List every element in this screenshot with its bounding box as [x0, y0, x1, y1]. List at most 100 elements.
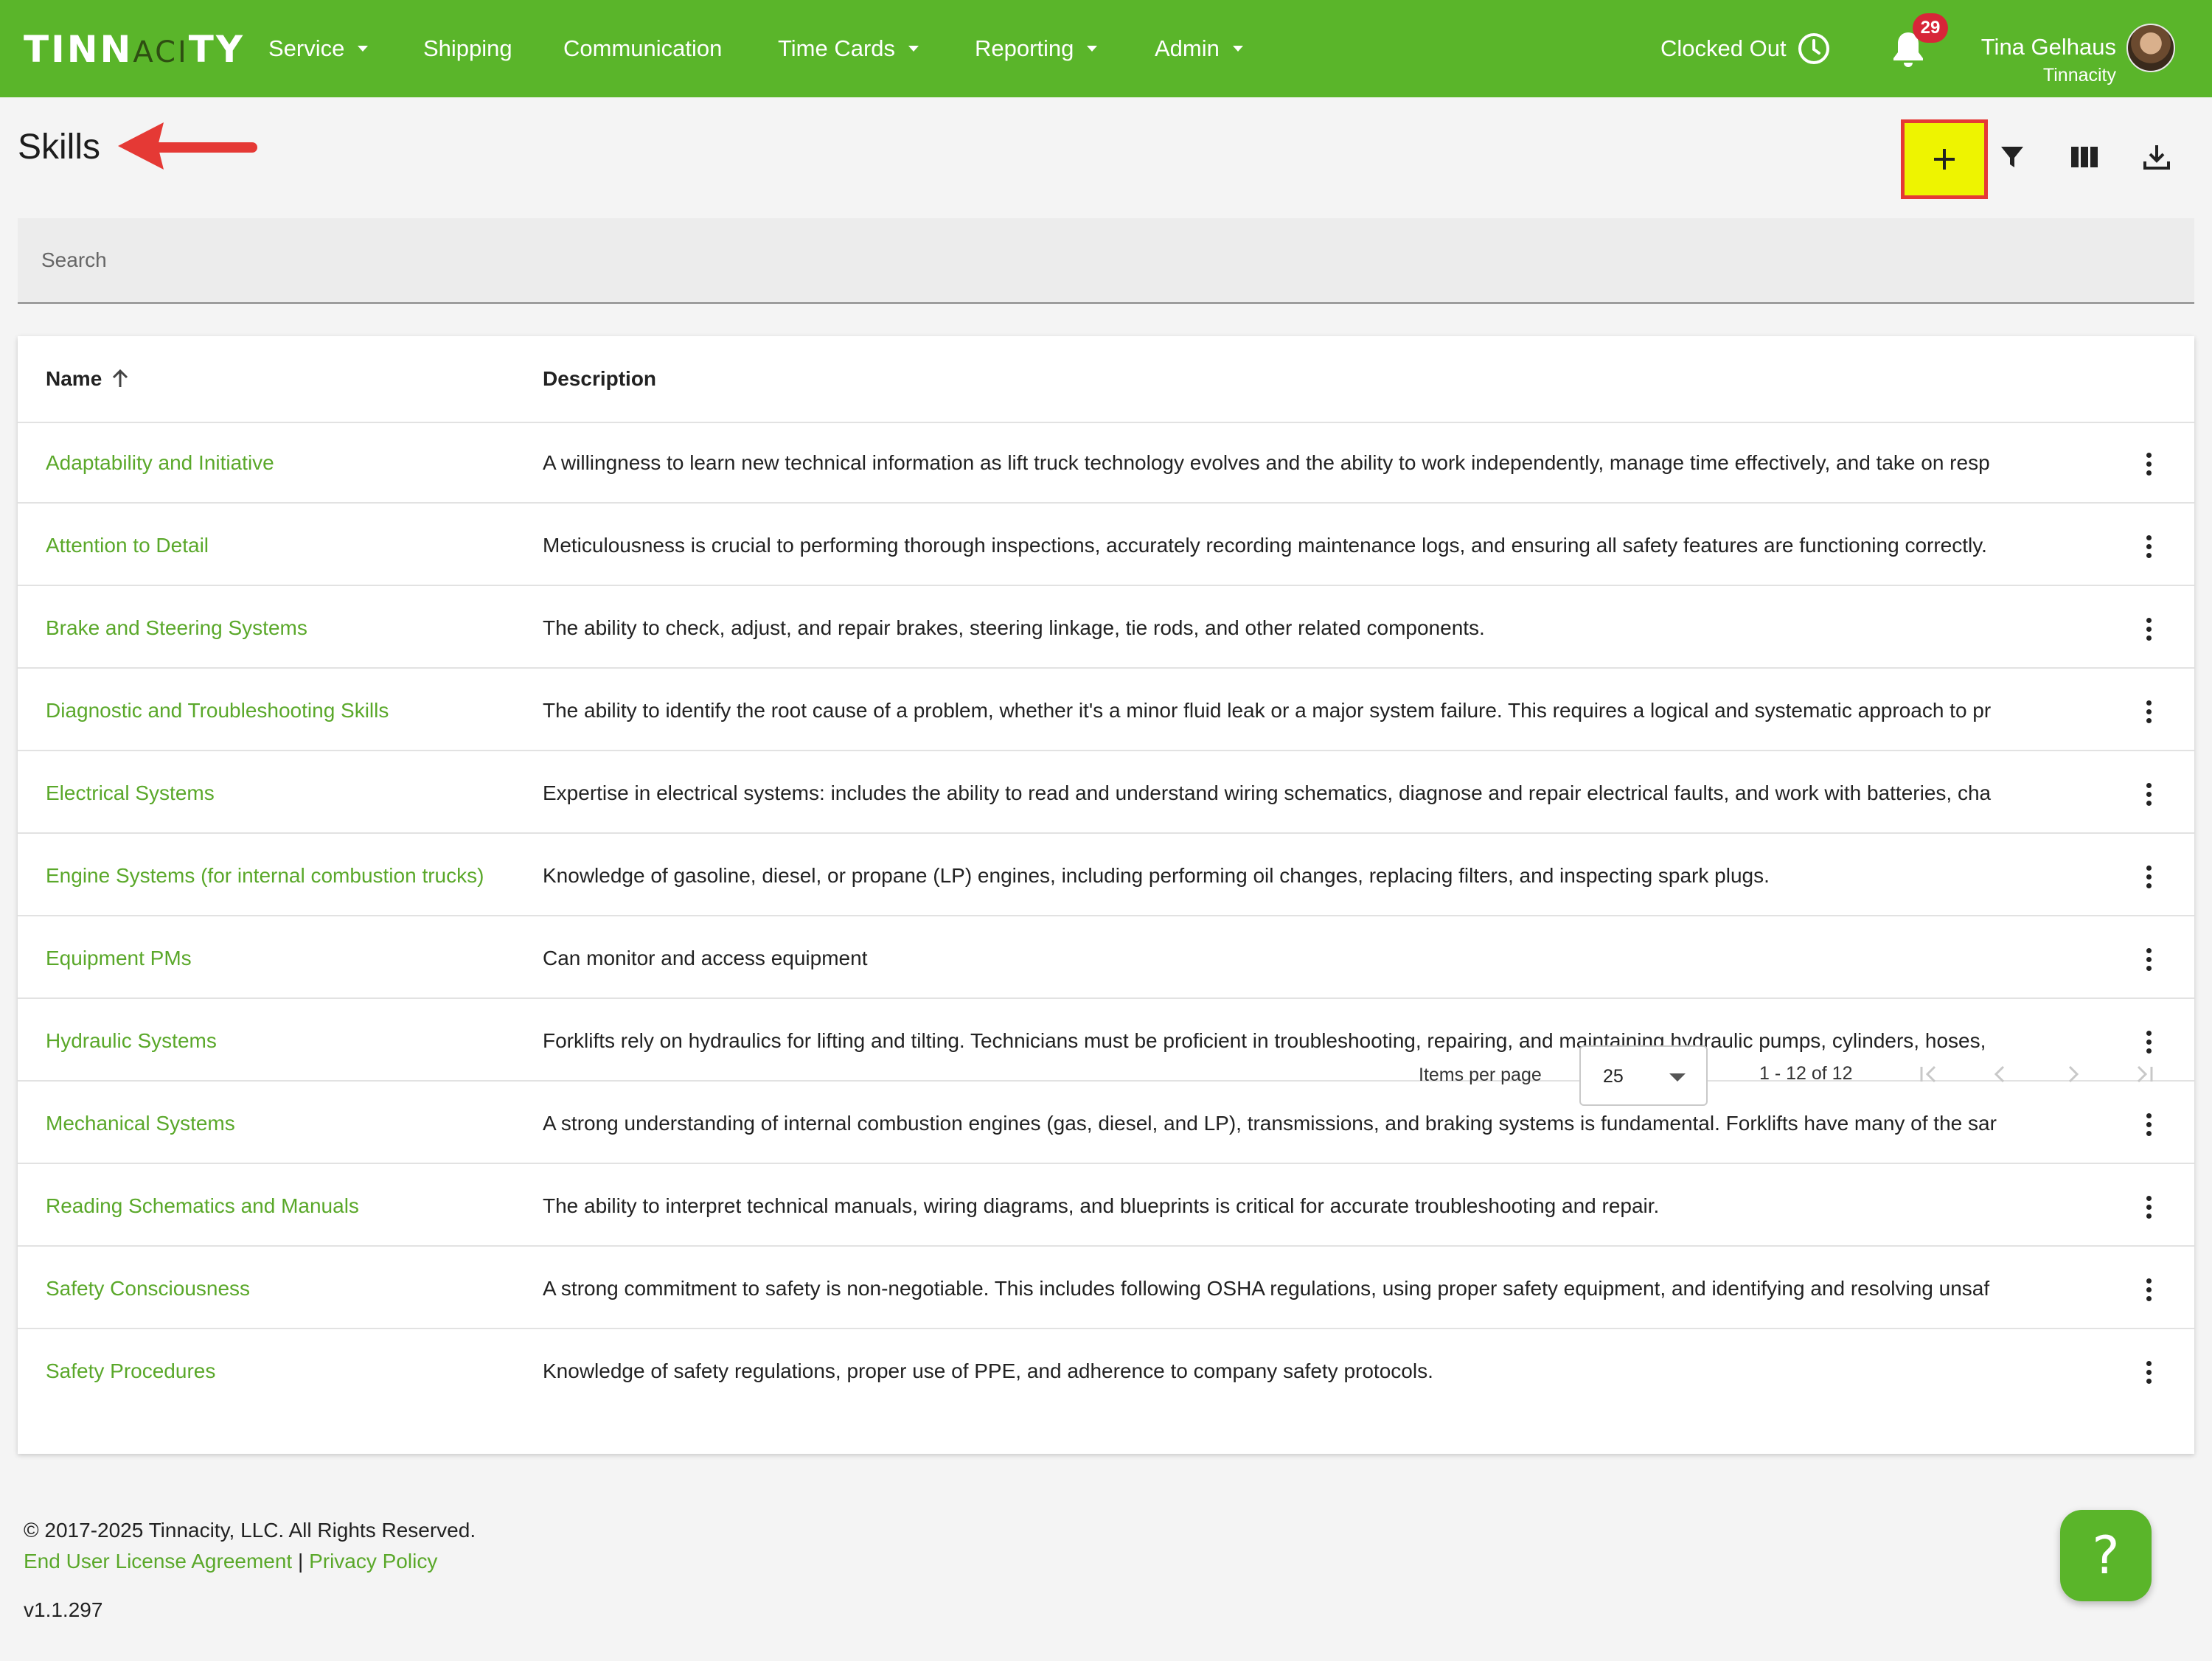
more-vert-icon[interactable] — [2134, 1355, 2163, 1389]
add-skill-button[interactable] — [1901, 119, 1988, 199]
more-vert-icon[interactable] — [2134, 694, 2163, 728]
more-vert-icon[interactable] — [2134, 1272, 2163, 1306]
skill-name-link[interactable]: Equipment PMs — [46, 947, 192, 970]
avatar[interactable] — [2126, 24, 2175, 72]
skill-name-link[interactable]: Attention to Detail — [46, 534, 209, 557]
column-header-name-label: Name — [46, 367, 102, 390]
table-row: Brake and Steering Systems The ability to… — [18, 590, 2194, 669]
columns-button[interactable] — [2059, 131, 2110, 183]
nav-communication[interactable]: Communication — [563, 32, 722, 65]
nav-admin[interactable]: Admin — [1155, 32, 1243, 65]
skill-name-link[interactable]: Hydraulic Systems — [46, 1029, 217, 1053]
items-per-page-select[interactable]: 25 — [1579, 1045, 1708, 1106]
more-vert-icon[interactable] — [2134, 612, 2163, 646]
first-page-button[interactable] — [1910, 1056, 1947, 1093]
clock-icon — [1798, 33, 1829, 64]
nav-time-cards[interactable]: Time Cards — [778, 32, 919, 65]
privacy-policy-link[interactable]: Privacy Policy — [309, 1550, 437, 1573]
skill-name-link[interactable]: Brake and Steering Systems — [46, 616, 307, 640]
skill-description: A strong commitment to safety is non-neg… — [543, 1277, 1990, 1300]
previous-page-button[interactable] — [1982, 1056, 2019, 1093]
copyright-text: © 2017-2025 Tinnacity, LLC. All Rights R… — [24, 1519, 476, 1542]
table-row: Diagnostic and Troubleshooting Skills The… — [18, 672, 2194, 751]
filter-icon — [2001, 147, 2023, 167]
chevron-down-icon — [908, 46, 919, 52]
nav-shipping[interactable]: Shipping — [423, 32, 512, 65]
search-input[interactable] — [41, 218, 2165, 302]
help-icon: ? — [2092, 1525, 2120, 1586]
skill-description: A willingness to learn new technical inf… — [543, 451, 1990, 474]
skill-description: Can monitor and access equipment — [543, 947, 868, 969]
nav-admin-label: Admin — [1155, 35, 1220, 61]
user-name[interactable]: Tina Gelhaus — [1981, 34, 2116, 60]
skill-description: Knowledge of gasoline, diesel, or propan… — [543, 864, 1770, 887]
skill-name-link[interactable]: Reading Schematics and Manuals — [46, 1194, 359, 1218]
items-per-page-label: Items per page — [1419, 1065, 1542, 1085]
skill-name-link[interactable]: Safety Procedures — [46, 1359, 215, 1383]
table-row: Safety Procedures Knowledge of safety reg… — [18, 1333, 2194, 1412]
nav-communication-label: Communication — [563, 35, 723, 61]
skill-description: The ability to interpret technical manua… — [543, 1194, 1660, 1217]
table-row: Engine Systems (for internal combustion … — [18, 838, 2194, 916]
column-header-description[interactable]: Description — [543, 367, 656, 391]
page-title: Skills — [18, 128, 101, 167]
skill-name-link[interactable]: Electrical Systems — [46, 781, 215, 805]
table-row: Mechanical Systems A strong understanding… — [18, 1085, 2194, 1164]
nav-reporting-label: Reporting — [975, 35, 1074, 61]
clock-status-button[interactable]: Clocked Out — [1660, 28, 1831, 69]
table-row: Equipment PMs Can monitor and access equi… — [18, 920, 2194, 999]
tinnacity-logo[interactable]: TINN ACI TY — [24, 28, 245, 71]
skill-name-link[interactable]: Diagnostic and Troubleshooting Skills — [46, 699, 389, 722]
chevron-left-icon — [1994, 1065, 2005, 1083]
skill-name-link[interactable]: Safety Consciousness — [46, 1277, 250, 1300]
more-vert-icon[interactable] — [2134, 777, 2163, 811]
download-button[interactable] — [2131, 131, 2183, 183]
nav-service[interactable]: Service — [268, 32, 369, 65]
more-vert-icon[interactable] — [2134, 1025, 2163, 1059]
user-organization: Tinnacity — [2042, 65, 2116, 86]
table-row: Adaptability and Initiative A willingness… — [18, 425, 2194, 504]
skill-description: The ability to check, adjust, and repair… — [543, 616, 1485, 639]
chevron-down-icon — [358, 46, 369, 52]
skill-name-link[interactable]: Adaptability and Initiative — [46, 451, 274, 475]
chevron-down-icon — [1232, 46, 1243, 52]
column-header-description-label: Description — [543, 367, 657, 390]
columns-icon — [2071, 147, 2098, 167]
notification-badge: 29 — [1913, 13, 1948, 43]
table-row: Safety Consciousness A strong commitment … — [18, 1250, 2194, 1329]
column-header-name[interactable]: Name — [46, 367, 131, 391]
chevron-right-icon — [2068, 1065, 2079, 1083]
nav-reporting[interactable]: Reporting — [975, 32, 1098, 65]
nav-time-cards-label: Time Cards — [778, 35, 896, 61]
more-vert-icon[interactable] — [2134, 860, 2163, 894]
arrow-up-icon — [113, 369, 128, 387]
eula-link[interactable]: End User License Agreement — [24, 1550, 292, 1573]
table-row: Reading Schematics and Manuals The abilit… — [18, 1168, 2194, 1247]
more-vert-icon[interactable] — [2134, 529, 2163, 563]
download-icon — [2143, 145, 2170, 170]
filter-button[interactable] — [1986, 131, 2038, 183]
table-row: Electrical Systems Expertise in electrica… — [18, 755, 2194, 834]
items-per-page-value: 25 — [1603, 1066, 1624, 1087]
nav-shipping-label: Shipping — [423, 35, 512, 61]
search-field[interactable] — [18, 218, 2194, 304]
table-header: Name Description — [18, 336, 2194, 423]
top-nav-bar: TINN ACI TY Service Shipping Communication… — [0, 0, 2212, 97]
last-page-button[interactable] — [2126, 1056, 2163, 1093]
more-vert-icon[interactable] — [2134, 447, 2163, 481]
skill-description: A strong understanding of internal combu… — [543, 1112, 1997, 1135]
more-vert-icon[interactable] — [2134, 942, 2163, 976]
skill-name-link[interactable]: Mechanical Systems — [46, 1112, 235, 1135]
more-vert-icon[interactable] — [2134, 1107, 2163, 1141]
more-vert-icon[interactable] — [2134, 1190, 2163, 1224]
app-version: v1.1.297 — [24, 1598, 103, 1621]
next-page-button[interactable] — [2054, 1056, 2091, 1093]
skill-description: Meticulousness is crucial to performing … — [543, 534, 1987, 557]
help-button[interactable]: ? — [2060, 1510, 2152, 1601]
table-row: Hydraulic Systems Forklifts rely on hydra… — [18, 1003, 2194, 1082]
table-row: Attention to Detail Meticulousness is cru… — [18, 507, 2194, 586]
skill-name-link[interactable]: Engine Systems (for internal combustion … — [46, 864, 484, 888]
nav-service-label: Service — [268, 35, 345, 61]
plus-icon — [1934, 149, 1955, 170]
clock-status-label: Clocked Out — [1660, 35, 1787, 61]
